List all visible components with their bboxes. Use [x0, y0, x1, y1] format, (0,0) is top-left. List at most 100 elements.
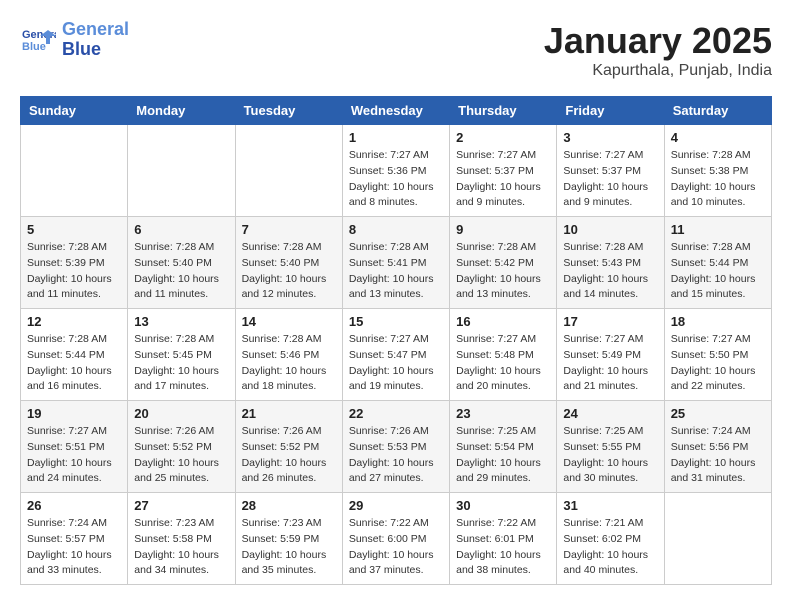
day-info: Sunrise: 7:25 AM Sunset: 5:54 PM Dayligh…: [456, 424, 550, 487]
day-number: 16: [456, 314, 550, 329]
day-number: 23: [456, 406, 550, 421]
calendar-cell: [21, 125, 128, 217]
day-info: Sunrise: 7:28 AM Sunset: 5:43 PM Dayligh…: [563, 240, 657, 303]
calendar-cell: 4 Sunrise: 7:28 AM Sunset: 5:38 PM Daylig…: [664, 125, 771, 217]
calendar-cell: 2 Sunrise: 7:27 AM Sunset: 5:37 PM Daylig…: [450, 125, 557, 217]
calendar-week-2: 5 Sunrise: 7:28 AM Sunset: 5:39 PM Daylig…: [21, 217, 772, 309]
header-row: SundayMondayTuesdayWednesdayThursdayFrid…: [21, 97, 772, 125]
title-block: January 2025 Kapurthala, Punjab, India: [544, 20, 772, 80]
day-info: Sunrise: 7:24 AM Sunset: 5:56 PM Dayligh…: [671, 424, 765, 487]
calendar-subtitle: Kapurthala, Punjab, India: [544, 62, 772, 80]
day-info: Sunrise: 7:27 AM Sunset: 5:37 PM Dayligh…: [456, 148, 550, 211]
header-cell-sunday: Sunday: [21, 97, 128, 125]
calendar-cell: 12 Sunrise: 7:28 AM Sunset: 5:44 PM Dayli…: [21, 309, 128, 401]
day-number: 22: [349, 406, 443, 421]
calendar-cell: 9 Sunrise: 7:28 AM Sunset: 5:42 PM Daylig…: [450, 217, 557, 309]
day-info: Sunrise: 7:26 AM Sunset: 5:53 PM Dayligh…: [349, 424, 443, 487]
day-info: Sunrise: 7:25 AM Sunset: 5:55 PM Dayligh…: [563, 424, 657, 487]
calendar-cell: 31 Sunrise: 7:21 AM Sunset: 6:02 PM Dayli…: [557, 493, 664, 585]
day-number: 1: [349, 130, 443, 145]
day-number: 28: [242, 498, 336, 513]
calendar-cell: 3 Sunrise: 7:27 AM Sunset: 5:37 PM Daylig…: [557, 125, 664, 217]
day-info: Sunrise: 7:27 AM Sunset: 5:47 PM Dayligh…: [349, 332, 443, 395]
header-cell-monday: Monday: [128, 97, 235, 125]
day-number: 14: [242, 314, 336, 329]
calendar-table: SundayMondayTuesdayWednesdayThursdayFrid…: [20, 96, 772, 585]
day-number: 3: [563, 130, 657, 145]
header-cell-friday: Friday: [557, 97, 664, 125]
calendar-cell: [664, 493, 771, 585]
header-cell-thursday: Thursday: [450, 97, 557, 125]
calendar-week-1: 1 Sunrise: 7:27 AM Sunset: 5:36 PM Daylig…: [21, 125, 772, 217]
day-info: Sunrise: 7:28 AM Sunset: 5:40 PM Dayligh…: [134, 240, 228, 303]
day-info: Sunrise: 7:22 AM Sunset: 6:00 PM Dayligh…: [349, 516, 443, 579]
day-info: Sunrise: 7:28 AM Sunset: 5:42 PM Dayligh…: [456, 240, 550, 303]
day-number: 27: [134, 498, 228, 513]
day-number: 26: [27, 498, 121, 513]
logo-icon: General Blue: [20, 22, 56, 58]
calendar-cell: 15 Sunrise: 7:27 AM Sunset: 5:47 PM Dayli…: [342, 309, 449, 401]
calendar-cell: 6 Sunrise: 7:28 AM Sunset: 5:40 PM Daylig…: [128, 217, 235, 309]
calendar-cell: 23 Sunrise: 7:25 AM Sunset: 5:54 PM Dayli…: [450, 401, 557, 493]
calendar-cell: 17Sunrise: 7:27 AM Sunset: 5:49 PM Dayli…: [557, 309, 664, 401]
day-info: Sunrise: 7:27 AM Sunset: 5:51 PM Dayligh…: [27, 424, 121, 487]
day-info: Sunrise: 7:26 AM Sunset: 5:52 PM Dayligh…: [134, 424, 228, 487]
calendar-cell: 10 Sunrise: 7:28 AM Sunset: 5:43 PM Dayli…: [557, 217, 664, 309]
calendar-cell: 11Sunrise: 7:28 AM Sunset: 5:44 PM Dayli…: [664, 217, 771, 309]
day-number: 30: [456, 498, 550, 513]
day-number: 10: [563, 222, 657, 237]
day-number: 5: [27, 222, 121, 237]
calendar-week-4: 19 Sunrise: 7:27 AM Sunset: 5:51 PM Dayli…: [21, 401, 772, 493]
day-number: 8: [349, 222, 443, 237]
day-number: 4: [671, 130, 765, 145]
day-info: Sunrise: 7:22 AM Sunset: 6:01 PM Dayligh…: [456, 516, 550, 579]
calendar-cell: 25Sunrise: 7:24 AM Sunset: 5:56 PM Dayli…: [664, 401, 771, 493]
calendar-cell: 30 Sunrise: 7:22 AM Sunset: 6:01 PM Dayli…: [450, 493, 557, 585]
day-info: Sunrise: 7:28 AM Sunset: 5:38 PM Dayligh…: [671, 148, 765, 211]
calendar-cell: 24Sunrise: 7:25 AM Sunset: 5:55 PM Dayli…: [557, 401, 664, 493]
day-info: Sunrise: 7:21 AM Sunset: 6:02 PM Dayligh…: [563, 516, 657, 579]
calendar-header: SundayMondayTuesdayWednesdayThursdayFrid…: [21, 97, 772, 125]
day-number: 2: [456, 130, 550, 145]
day-number: 9: [456, 222, 550, 237]
day-info: Sunrise: 7:27 AM Sunset: 5:48 PM Dayligh…: [456, 332, 550, 395]
calendar-cell: 28Sunrise: 7:23 AM Sunset: 5:59 PM Dayli…: [235, 493, 342, 585]
calendar-cell: [235, 125, 342, 217]
day-info: Sunrise: 7:28 AM Sunset: 5:44 PM Dayligh…: [671, 240, 765, 303]
day-number: 13: [134, 314, 228, 329]
day-number: 19: [27, 406, 121, 421]
day-info: Sunrise: 7:28 AM Sunset: 5:44 PM Dayligh…: [27, 332, 121, 395]
day-info: Sunrise: 7:28 AM Sunset: 5:41 PM Dayligh…: [349, 240, 443, 303]
header-cell-saturday: Saturday: [664, 97, 771, 125]
header-cell-wednesday: Wednesday: [342, 97, 449, 125]
calendar-cell: 20 Sunrise: 7:26 AM Sunset: 5:52 PM Dayli…: [128, 401, 235, 493]
day-info: Sunrise: 7:24 AM Sunset: 5:57 PM Dayligh…: [27, 516, 121, 579]
calendar-cell: 13 Sunrise: 7:28 AM Sunset: 5:45 PM Dayli…: [128, 309, 235, 401]
day-number: 20: [134, 406, 228, 421]
day-number: 12: [27, 314, 121, 329]
day-number: 21: [242, 406, 336, 421]
day-info: Sunrise: 7:28 AM Sunset: 5:39 PM Dayligh…: [27, 240, 121, 303]
day-number: 6: [134, 222, 228, 237]
day-info: Sunrise: 7:28 AM Sunset: 5:45 PM Dayligh…: [134, 332, 228, 395]
day-info: Sunrise: 7:28 AM Sunset: 5:40 PM Dayligh…: [242, 240, 336, 303]
day-number: 31: [563, 498, 657, 513]
calendar-cell: 21Sunrise: 7:26 AM Sunset: 5:52 PM Dayli…: [235, 401, 342, 493]
day-info: Sunrise: 7:27 AM Sunset: 5:37 PM Dayligh…: [563, 148, 657, 211]
calendar-cell: [128, 125, 235, 217]
calendar-cell: 18Sunrise: 7:27 AM Sunset: 5:50 PM Dayli…: [664, 309, 771, 401]
calendar-cell: 8 Sunrise: 7:28 AM Sunset: 5:41 PM Daylig…: [342, 217, 449, 309]
page-header: General Blue GeneralBlue January 2025 Ka…: [20, 20, 772, 80]
day-info: Sunrise: 7:23 AM Sunset: 5:58 PM Dayligh…: [134, 516, 228, 579]
calendar-cell: 7 Sunrise: 7:28 AM Sunset: 5:40 PM Daylig…: [235, 217, 342, 309]
calendar-cell: 1 Sunrise: 7:27 AM Sunset: 5:36 PM Daylig…: [342, 125, 449, 217]
day-info: Sunrise: 7:27 AM Sunset: 5:36 PM Dayligh…: [349, 148, 443, 211]
calendar-cell: 26 Sunrise: 7:24 AM Sunset: 5:57 PM Dayli…: [21, 493, 128, 585]
logo-text: GeneralBlue: [62, 20, 129, 60]
calendar-cell: 29Sunrise: 7:22 AM Sunset: 6:00 PM Dayli…: [342, 493, 449, 585]
day-number: 15: [349, 314, 443, 329]
day-number: 17: [563, 314, 657, 329]
logo: General Blue GeneralBlue: [20, 20, 129, 60]
day-number: 7: [242, 222, 336, 237]
header-cell-tuesday: Tuesday: [235, 97, 342, 125]
